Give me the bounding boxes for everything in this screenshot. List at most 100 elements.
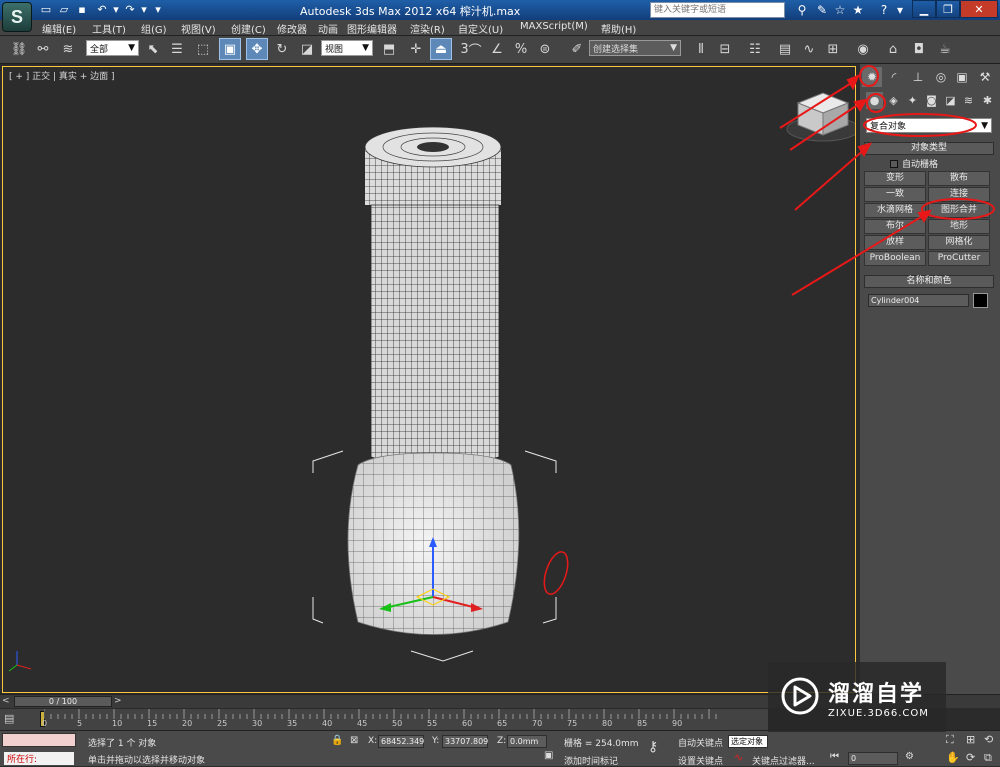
name-color-rollout-header[interactable]: 名称和颜色	[864, 275, 994, 288]
communication-center-icon[interactable]: ✎	[813, 2, 831, 18]
reference-coordinate-dropdown[interactable]: 视图 ▼	[321, 40, 373, 56]
menu-rendering[interactable]: 渲染(R)	[410, 21, 445, 36]
search-input[interactable]	[650, 2, 785, 18]
material-editor-icon[interactable]: ◉	[852, 38, 874, 60]
menu-modifiers[interactable]: 修改器	[277, 21, 307, 36]
loft-button[interactable]: 放样	[864, 235, 926, 250]
y-coordinate-field[interactable]: 33707.809	[442, 735, 488, 748]
current-frame-field[interactable]: 0	[848, 752, 898, 765]
view-cube[interactable]	[786, 92, 855, 142]
prev-frame-icon[interactable]: <	[2, 696, 12, 707]
select-object-icon[interactable]: ⬉	[142, 38, 164, 60]
pivot-center-icon[interactable]: ⬒	[378, 38, 400, 60]
mini-curve-editor-icon[interactable]: ▤	[4, 712, 22, 726]
spinner-snap-icon[interactable]: ⊜	[534, 38, 556, 60]
motion-tab-icon[interactable]: ◎	[931, 67, 951, 87]
select-by-name-icon[interactable]: ☰	[166, 38, 188, 60]
align-icon[interactable]: ⊟	[714, 38, 736, 60]
schematic-view-icon[interactable]: ⊞	[822, 38, 844, 60]
object-color-swatch[interactable]	[973, 293, 988, 308]
x-coordinate-field[interactable]: 68452.349	[378, 735, 424, 748]
percent-snap-icon[interactable]: %	[510, 38, 532, 60]
mesher-button[interactable]: 网格化	[928, 235, 990, 250]
scatter-button[interactable]: 散布	[928, 171, 990, 186]
select-scale-icon[interactable]: ◪	[296, 38, 318, 60]
conform-button[interactable]: 一致	[864, 187, 926, 202]
maxscript-listener[interactable]	[2, 733, 76, 747]
curve-editor-icon[interactable]: ∿	[798, 38, 820, 60]
menu-animation[interactable]: 动画	[318, 21, 338, 36]
render-setup-icon[interactable]: ⌂	[882, 38, 904, 60]
link-icon[interactable]: ⛓	[8, 38, 30, 60]
app-logo-button[interactable]: S	[2, 2, 32, 32]
geometry-icon[interactable]: ●	[866, 92, 883, 109]
proboolean-button[interactable]: ProBoolean	[864, 251, 926, 266]
unlink-icon[interactable]: ⚯	[32, 38, 54, 60]
modify-tab-icon[interactable]: ◜	[884, 67, 904, 87]
select-move-icon[interactable]: ✥	[246, 38, 268, 60]
connect-button[interactable]: 连接	[928, 187, 990, 202]
rectangular-selection-icon[interactable]: ⬚	[192, 38, 214, 60]
angle-snap-icon[interactable]: ∠	[486, 38, 508, 60]
procutter-button[interactable]: ProCutter	[928, 251, 990, 266]
open-file-icon[interactable]: ▱	[56, 2, 72, 17]
systems-icon[interactable]: ✱	[979, 92, 996, 109]
boolean-button[interactable]: 布尔	[864, 219, 926, 234]
cameras-icon[interactable]: ◙	[923, 92, 940, 109]
help-dropdown-icon[interactable]: ▾	[891, 2, 909, 18]
graphite-ribbon-icon[interactable]: ▤	[774, 38, 796, 60]
create-tab-icon[interactable]: ✹	[862, 67, 882, 87]
menu-maxscript[interactable]: MAXScript(M)	[520, 21, 588, 32]
utilities-tab-icon[interactable]: ⚒	[975, 67, 995, 87]
snaps-toggle-icon[interactable]: 3 ⌒	[460, 38, 482, 60]
edit-named-selection-icon[interactable]: ✐	[566, 38, 588, 60]
mirror-icon[interactable]: ⫴	[690, 38, 712, 60]
lock-icon[interactable]: 🔒	[331, 735, 343, 746]
new-file-icon[interactable]: ▭	[38, 2, 54, 17]
binoculars-icon[interactable]: ⚲	[793, 2, 811, 18]
rendered-frame-icon[interactable]: ◘	[908, 38, 930, 60]
render-teapot-icon[interactable]: ☕	[934, 38, 956, 60]
lights-icon[interactable]: ✦	[904, 92, 921, 109]
hierarchy-tab-icon[interactable]: ⊥	[908, 67, 928, 87]
menu-graph-editors[interactable]: 图形编辑器	[347, 21, 397, 36]
time-tag-icon[interactable]: ▣	[544, 750, 558, 763]
menu-help[interactable]: 帮助(H)	[601, 21, 636, 36]
select-manipulate-icon[interactable]: ✛	[405, 38, 427, 60]
go-to-start-icon[interactable]: ⏮	[830, 751, 839, 762]
terrain-button[interactable]: 地形	[928, 219, 990, 234]
menu-group[interactable]: 组(G)	[141, 21, 167, 36]
add-time-tag[interactable]: 添加时间标记	[564, 754, 618, 767]
keyboard-shortcut-override-icon[interactable]: ⏏	[430, 38, 452, 60]
menu-customize[interactable]: 自定义(U)	[458, 21, 503, 36]
next-frame-icon[interactable]: >	[114, 696, 124, 707]
space-warps-icon[interactable]: ≋	[960, 92, 977, 109]
favorites-icon[interactable]: ☆	[831, 2, 849, 18]
restore-button[interactable]: ❐	[936, 0, 960, 18]
blobmesh-button[interactable]: 水滴网格	[864, 203, 926, 218]
select-rotate-icon[interactable]: ↻	[271, 38, 293, 60]
menu-views[interactable]: 视图(V)	[181, 21, 216, 36]
shapes-icon[interactable]: ◈	[885, 92, 902, 109]
zoom-extents-icon[interactable]: ⛶	[946, 733, 954, 747]
auto-grid-checkbox[interactable]: 自动栅格	[890, 157, 938, 170]
track-bar[interactable]: ▤ 0 5 10 15 20 25 30 35 40 45 50 55 60 65 70 75 80 85 90	[0, 708, 768, 730]
window-crossing-icon[interactable]: ▣	[219, 38, 241, 60]
key-mode-dropdown[interactable]: 选定对象	[728, 735, 768, 748]
absolute-mode-icon[interactable]: ⊠	[350, 735, 358, 746]
menu-create[interactable]: 创建(C)	[231, 21, 266, 36]
key-filters-button[interactable]: 关键点过滤器...	[752, 754, 815, 767]
minimize-button[interactable]: ▁	[912, 0, 936, 18]
pan-view-icon[interactable]: ✋	[946, 751, 960, 764]
time-config-icon[interactable]: ⚙	[905, 751, 914, 762]
display-tab-icon[interactable]: ▣	[952, 67, 972, 87]
star-icon[interactable]: ★	[849, 2, 867, 18]
morph-button[interactable]: 变形	[864, 171, 926, 186]
object-type-rollout-header[interactable]: 对象类型	[864, 142, 994, 155]
perspective-viewport[interactable]: [ + ] 正交 | 真实 + 边面 ]	[2, 66, 856, 693]
auto-key-button[interactable]: 自动关键点	[678, 736, 723, 749]
quick-access-dropdown-icon[interactable]: ▾	[150, 2, 166, 17]
named-selection-dropdown[interactable]: 创建选择集 ▼	[589, 40, 681, 56]
menu-edit[interactable]: 编辑(E)	[42, 21, 76, 36]
set-key-button[interactable]: 设置关键点	[678, 754, 723, 767]
